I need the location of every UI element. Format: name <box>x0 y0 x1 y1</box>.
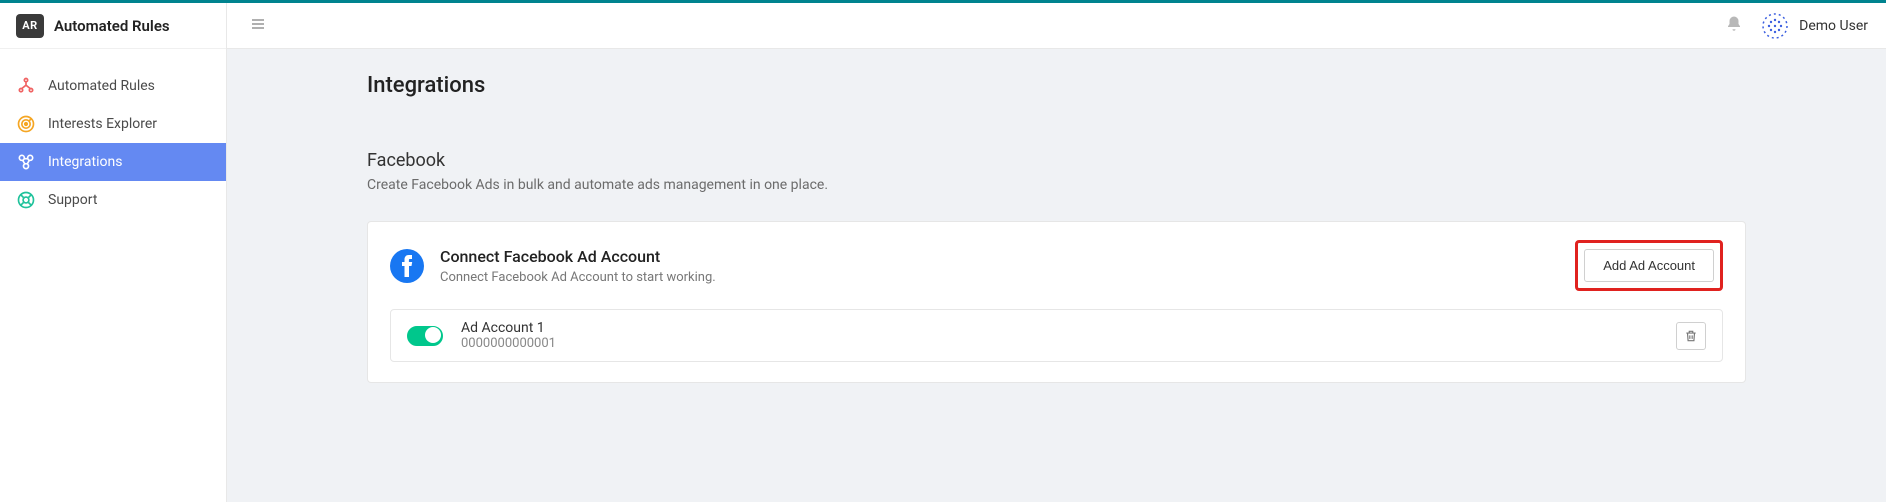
sidebar: AR Automated Rules Automated Rules <box>0 3 227 502</box>
user-menu[interactable]: Demo User <box>1761 12 1868 40</box>
account-name: Ad Account 1 <box>461 320 1658 336</box>
account-id: 0000000000001 <box>461 336 1658 351</box>
delete-account-button[interactable] <box>1676 322 1706 350</box>
ad-account-row: Ad Account 1 0000000000001 <box>390 309 1723 362</box>
integrations-icon <box>16 152 36 172</box>
sidebar-item-label: Integrations <box>48 154 122 170</box>
toggle-knob <box>425 327 441 343</box>
target-icon <box>16 114 36 134</box>
sidebar-item-interests-explorer[interactable]: Interests Explorer <box>0 105 226 143</box>
facebook-panel: Connect Facebook Ad Account Connect Face… <box>367 221 1746 383</box>
section-description: Create Facebook Ads in bulk and automate… <box>367 177 1746 193</box>
connect-title: Connect Facebook Ad Account <box>440 247 1559 266</box>
add-ad-account-button[interactable]: Add Ad Account <box>1584 249 1714 282</box>
add-account-highlight: Add Ad Account <box>1575 240 1723 291</box>
connect-text: Connect Facebook Ad Account Connect Face… <box>440 247 1559 285</box>
connect-subtitle: Connect Facebook Ad Account to start wor… <box>440 270 1559 285</box>
sidebar-item-support[interactable]: Support <box>0 181 226 219</box>
rules-icon <box>16 76 36 96</box>
topbar-right: Demo User <box>1725 12 1868 40</box>
trash-icon <box>1684 329 1698 343</box>
sidebar-item-label: Interests Explorer <box>48 116 157 132</box>
connect-row: Connect Facebook Ad Account Connect Face… <box>390 240 1723 291</box>
notifications-button[interactable] <box>1725 15 1743 37</box>
sidebar-header: AR Automated Rules <box>0 3 226 49</box>
section-title: Facebook <box>367 150 1746 171</box>
main: Demo User Integrations Facebook Create F… <box>227 3 1886 502</box>
support-icon <box>16 190 36 210</box>
account-enabled-toggle[interactable] <box>407 326 443 346</box>
user-name: Demo User <box>1799 18 1868 34</box>
sidebar-item-integrations[interactable]: Integrations <box>0 143 226 181</box>
account-text: Ad Account 1 0000000000001 <box>461 320 1658 351</box>
app-logo: AR <box>16 14 44 38</box>
avatar <box>1761 12 1789 40</box>
facebook-icon <box>390 249 424 283</box>
sidebar-item-label: Automated Rules <box>48 78 155 94</box>
sidebar-item-automated-rules[interactable]: Automated Rules <box>0 67 226 105</box>
page-title: Integrations <box>367 73 1746 98</box>
menu-toggle-button[interactable] <box>245 12 271 40</box>
app-title: Automated Rules <box>54 17 170 35</box>
content: Integrations Facebook Create Facebook Ad… <box>227 49 1886 407</box>
sidebar-nav: Automated Rules Interests Explorer <box>0 49 226 219</box>
sidebar-item-label: Support <box>48 192 97 208</box>
topbar: Demo User <box>227 3 1886 49</box>
